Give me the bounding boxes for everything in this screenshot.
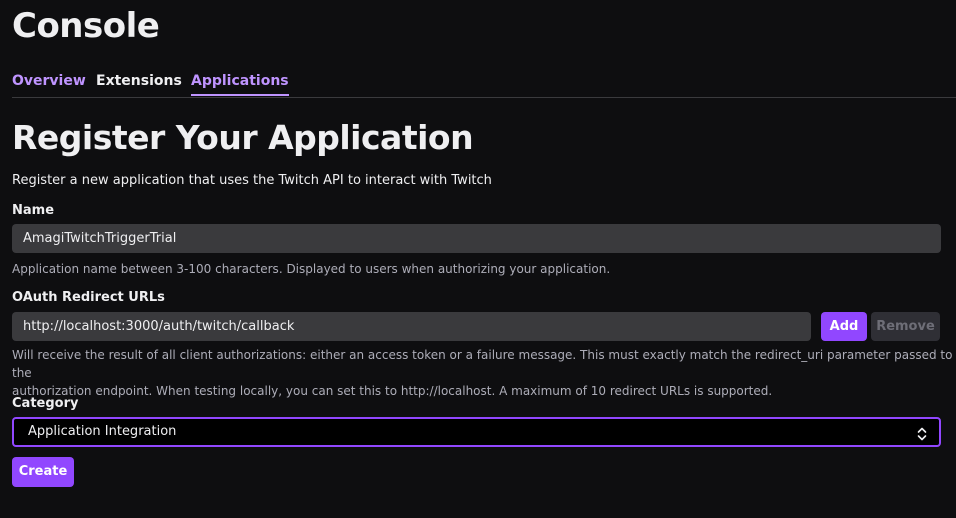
oauth-help-line-1: Will receive the result of all client au… — [12, 348, 953, 380]
console-tabs: Overview Extensions Applications — [12, 72, 956, 98]
name-help-text: Application name between 3-100 character… — [12, 262, 611, 276]
name-label: Name — [12, 203, 55, 218]
add-redirect-button[interactable]: Add — [821, 312, 867, 341]
tab-applications[interactable]: Applications — [191, 72, 289, 96]
oauth-help-line-2: authorization endpoint. When testing loc… — [12, 384, 773, 398]
category-select[interactable]: Application Integration — [12, 417, 941, 447]
page-subtitle: Register a new application that uses the… — [12, 173, 492, 188]
create-button[interactable]: Create — [12, 457, 74, 487]
tab-extensions[interactable]: Extensions — [96, 72, 182, 96]
console-page: Console Overview Extensions Applications… — [0, 0, 956, 518]
category-selected-value: Application Integration — [28, 424, 177, 439]
oauth-help-text: Will receive the result of all client au… — [12, 346, 956, 400]
oauth-redirect-input[interactable]: http://localhost:3000/auth/twitch/callba… — [12, 312, 811, 341]
category-label: Category — [12, 396, 79, 411]
page-heading: Register Your Application — [12, 118, 474, 157]
remove-redirect-button[interactable]: Remove — [871, 312, 940, 341]
chevron-up-down-icon — [917, 425, 927, 441]
oauth-redirect-label: OAuth Redirect URLs — [12, 290, 165, 305]
tab-overview[interactable]: Overview — [12, 72, 86, 96]
console-title: Console — [12, 6, 160, 46]
name-input[interactable]: AmagiTwitchTriggerTrial — [12, 224, 941, 253]
